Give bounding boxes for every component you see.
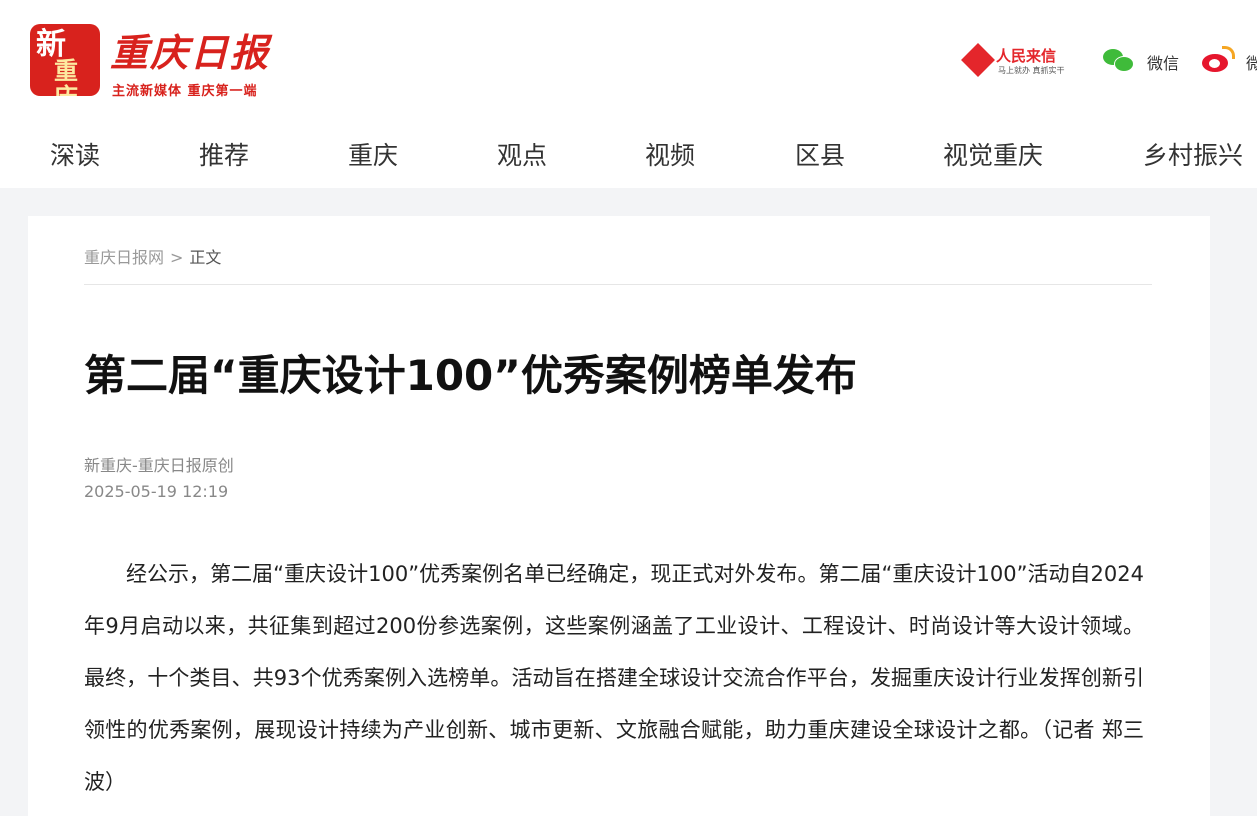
nav-item-quxian[interactable]: 区县: [795, 136, 845, 172]
logo-char-chongqing: 重庆: [54, 56, 78, 97]
wechat-label[interactable]: 微信: [1147, 50, 1179, 74]
article-card: 重庆日报网 > 正文 第二届“重庆设计100”优秀案例榜单发布 新重庆-重庆日报原创…: [28, 216, 1210, 816]
logo-title[interactable]: 重庆日报: [110, 22, 270, 77]
breadcrumb-current: 正文: [189, 248, 222, 267]
main-nav: 深读 推荐 重庆 观点 视频 区县 视觉重庆 乡村振兴: [0, 130, 1257, 180]
logo-slogan: 主流新媒体 重庆第一端: [112, 84, 258, 99]
nav-item-guandian[interactable]: 观点: [497, 136, 547, 172]
breadcrumb-home-link[interactable]: 重庆日报网: [84, 248, 164, 267]
people-letter-title: 人民来信: [996, 47, 1057, 65]
people-letter-link[interactable]: 人民来信 马上就办 真抓实干: [961, 42, 1072, 82]
breadcrumb: 重庆日报网 > 正文: [84, 244, 221, 268]
site-header: 新 重庆 重庆日报 主流新媒体 重庆第一端 人民来信 马上就办 真抓实干 微信 …: [0, 0, 1257, 188]
people-letter-icon: [961, 43, 995, 77]
nav-item-shijue-chongqing[interactable]: 视觉重庆: [943, 136, 1043, 172]
article-date: 2025-05-19 12:19: [84, 482, 229, 501]
weibo-icon[interactable]: [1200, 46, 1235, 74]
nav-item-tuijian[interactable]: 推荐: [199, 136, 249, 172]
people-letter-subtitle: 马上就办 真抓实干: [998, 66, 1065, 75]
nav-item-shipin[interactable]: 视频: [645, 136, 695, 172]
site-logo-icon[interactable]: 新 重庆: [30, 24, 100, 96]
nav-item-xiangcun-zhenxing[interactable]: 乡村振兴: [1143, 136, 1243, 172]
breadcrumb-divider: [84, 284, 1152, 285]
breadcrumb-separator: >: [170, 248, 184, 267]
article-title: 第二届“重庆设计100”优秀案例榜单发布: [84, 351, 857, 400]
wechat-icon[interactable]: [1103, 47, 1135, 73]
weibo-label[interactable]: 微: [1246, 50, 1257, 74]
article-source: 新重庆-重庆日报原创: [84, 456, 234, 475]
nav-item-chongqing[interactable]: 重庆: [348, 136, 398, 172]
nav-item-shendu[interactable]: 深读: [50, 136, 100, 172]
article-body-paragraph: 经公示，第二届“重庆设计100”优秀案例名单已经确定，现正式对外发布。第二届“重…: [84, 562, 1144, 794]
